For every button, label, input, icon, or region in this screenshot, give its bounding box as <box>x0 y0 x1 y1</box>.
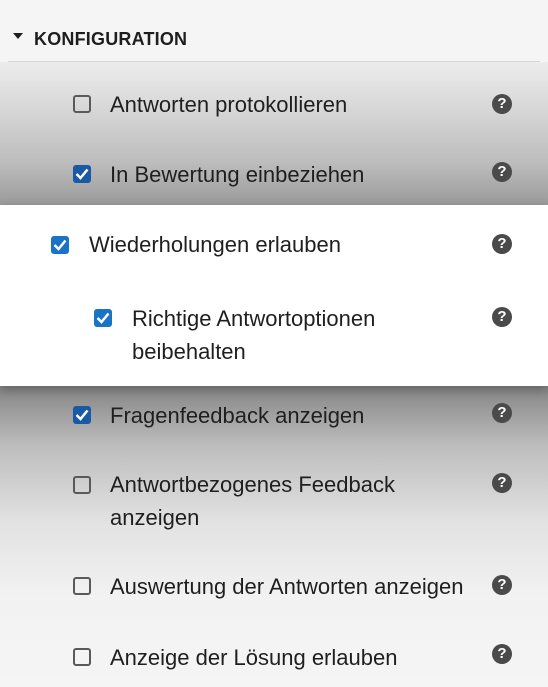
option-label: Fragenfeedback anzeigen <box>110 403 365 428</box>
dimmed-overlay-top: Antworten protokollieren ? In Bewertung … <box>0 62 548 205</box>
help-icon[interactable]: ? <box>492 473 512 493</box>
checkbox-fragenfeedback-anzeigen[interactable] <box>73 406 91 424</box>
option-label: Wiederholungen erlauben <box>89 232 341 257</box>
option-label: Antworten protokollieren <box>110 92 348 117</box>
checkbox-anzeige-der-loesung-erlauben[interactable] <box>73 648 91 666</box>
help-icon[interactable]: ? <box>492 644 512 664</box>
checkbox-auswertung-der-antworten-anzeigen[interactable] <box>73 577 91 595</box>
option-label: Anzeige der Lösung erlauben <box>110 645 398 670</box>
option-label: Richtige Antwortoptionen beibehalten <box>132 306 376 364</box>
highlighted-options-panel: Wiederholungen erlauben ? Richtige Antwo… <box>0 205 548 386</box>
checkbox-antwortbezogenes-feedback-anzeigen[interactable] <box>73 476 91 494</box>
checkbox-richtige-antwortoptionen-beibehalten[interactable] <box>94 309 112 327</box>
help-icon[interactable]: ? <box>492 575 512 595</box>
caret-down-icon[interactable] <box>13 33 23 39</box>
help-icon[interactable]: ? <box>492 234 512 254</box>
dimmed-overlay-bottom: Fragenfeedback anzeigen ? Antwortbezogen… <box>0 386 548 687</box>
checkbox-antworten-protokollieren[interactable] <box>73 95 91 113</box>
help-icon[interactable]: ? <box>492 403 512 423</box>
option-label: In Bewertung einbeziehen <box>110 162 365 187</box>
option-label: Auswertung der Antworten anzeigen <box>110 574 464 599</box>
checkbox-wiederholungen-erlauben[interactable] <box>51 236 69 254</box>
help-icon[interactable]: ? <box>492 162 512 182</box>
help-icon[interactable]: ? <box>492 307 512 327</box>
option-label: Antwortbezogenes Feedback anzeigen <box>110 472 395 530</box>
help-icon[interactable]: ? <box>492 94 512 114</box>
section-header[interactable]: KONFIGURATION <box>0 0 548 62</box>
section-title: KONFIGURATION <box>34 29 188 49</box>
checkbox-in-bewertung-einbeziehen[interactable] <box>73 165 91 183</box>
